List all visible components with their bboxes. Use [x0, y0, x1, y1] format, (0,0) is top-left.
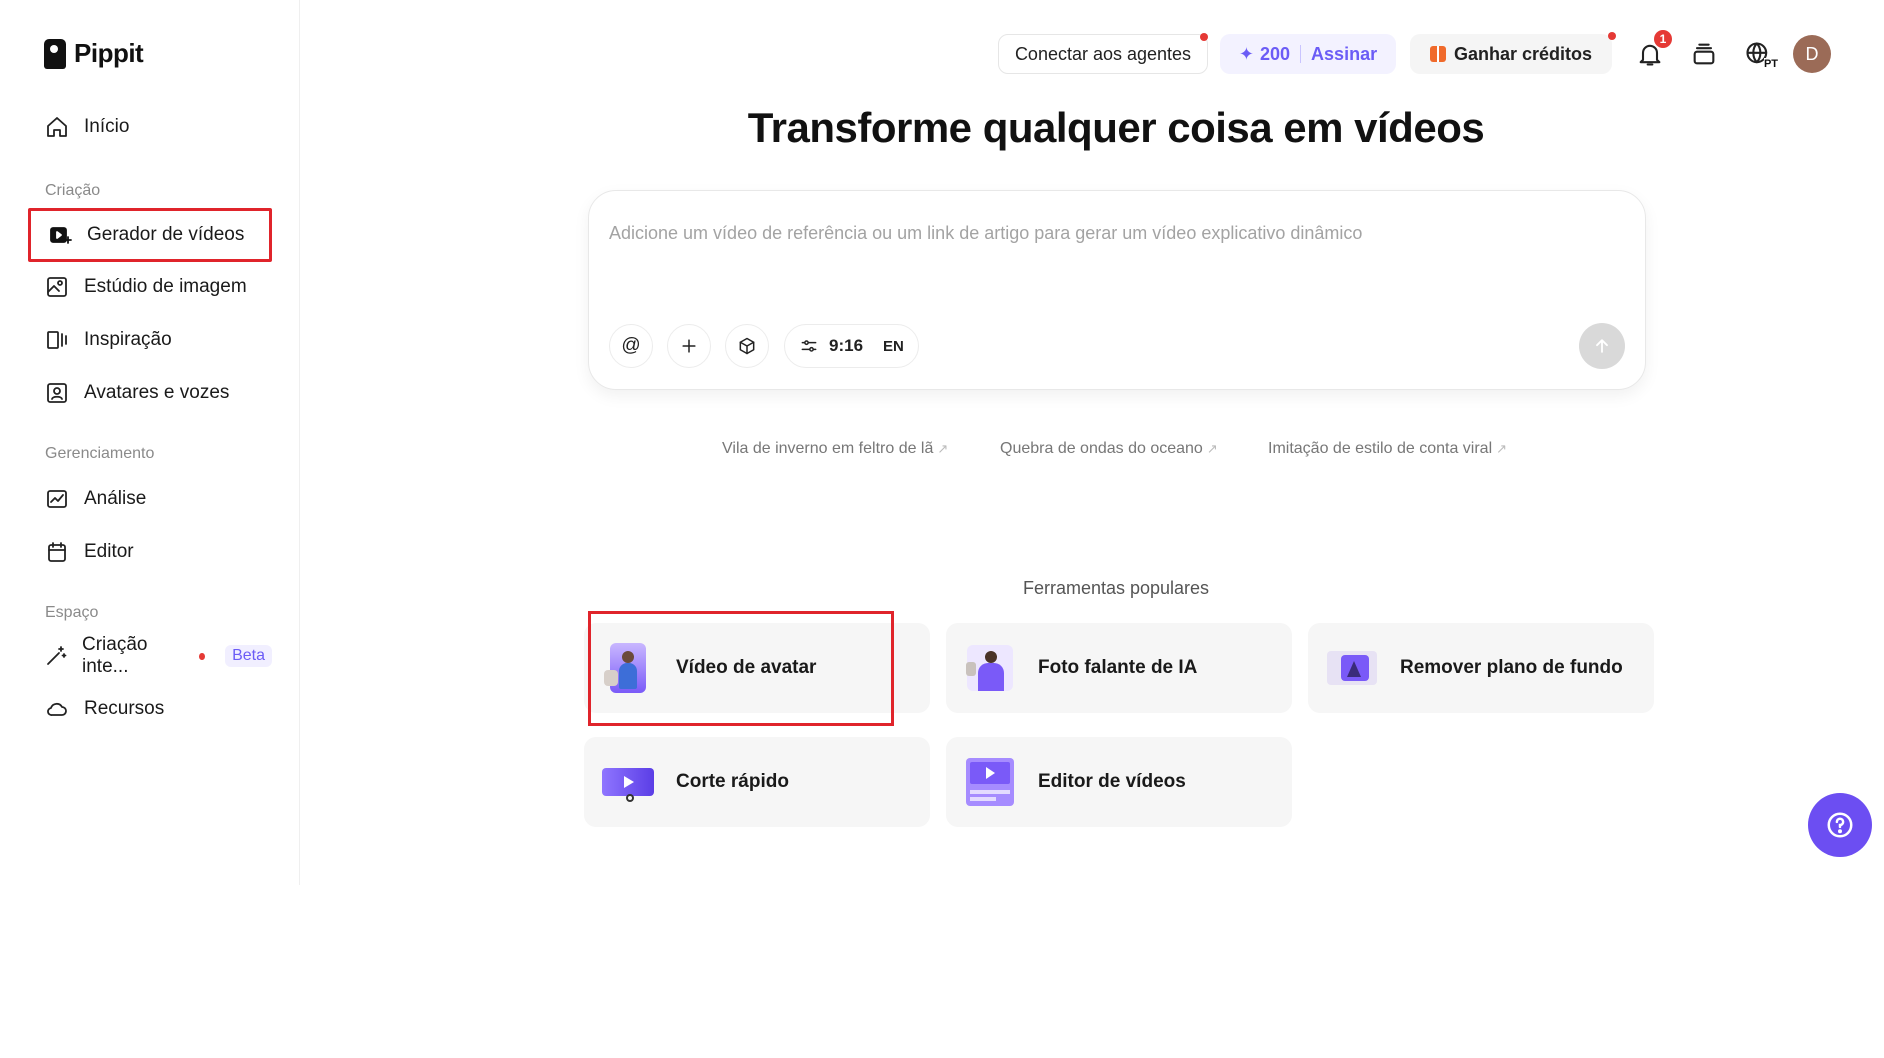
- earn-credits-button[interactable]: Ganhar créditos: [1410, 34, 1612, 74]
- credits-button[interactable]: ✦ 200 Assinar: [1220, 34, 1396, 74]
- cloud-icon: [44, 696, 70, 722]
- beta-badge: Beta: [225, 645, 272, 667]
- page-title: Transforme qualquer coisa em vídeos: [747, 104, 1485, 151]
- stack-icon: [1693, 43, 1715, 65]
- sliders-icon: [801, 340, 817, 352]
- magic-wand-icon: [44, 643, 68, 669]
- subscribe-label: Assinar: [1311, 43, 1378, 64]
- arrow-up-right-icon: ↗: [1206, 441, 1218, 456]
- tool-card-label: Vídeo de avatar: [676, 657, 817, 678]
- notifications-button[interactable]: 1: [1632, 30, 1672, 72]
- section-title-management: Gerenciamento: [45, 445, 155, 462]
- suggestion-label: Quebra de ondas do oceano: [1000, 440, 1203, 457]
- assets-button[interactable]: [725, 324, 769, 368]
- settings-button[interactable]: 9:16 EN: [784, 324, 919, 368]
- sidebar-item-analysis[interactable]: Análise: [28, 476, 272, 522]
- remove-bg-thumbnail: [1326, 642, 1378, 694]
- arrow-up-right-icon: ↗: [937, 441, 949, 456]
- sidebar-item-label: Início: [84, 116, 130, 137]
- video-generator-icon: [47, 222, 73, 248]
- sidebar-item-video-generator[interactable]: Gerador de vídeos: [28, 208, 272, 262]
- notification-count: 1: [1654, 30, 1672, 48]
- language-value: EN: [883, 337, 904, 355]
- credits-value: 200: [1260, 43, 1291, 64]
- new-indicator-dot: [199, 652, 206, 660]
- section-title-creation: Criação: [45, 182, 101, 199]
- sidebar-item-label: Inspiração: [84, 329, 172, 350]
- app-logo[interactable]: Pippit: [44, 38, 144, 69]
- sidebar-item-image-studio[interactable]: Estúdio de imagem: [28, 264, 272, 310]
- language-code: PT: [1763, 58, 1778, 70]
- sparkle-icon: ✦: [1238, 43, 1254, 64]
- help-button[interactable]: [1808, 793, 1872, 857]
- send-button[interactable]: [1579, 323, 1625, 369]
- home-icon: [44, 114, 70, 140]
- image-studio-icon: [44, 274, 70, 300]
- cube-icon: [739, 337, 755, 355]
- add-button[interactable]: [667, 324, 711, 368]
- wallet-button[interactable]: [1686, 36, 1722, 72]
- earn-notification-dot: [1608, 32, 1616, 40]
- section-title-space: Espaço: [45, 604, 99, 621]
- prompt-box: @ 9:16 EN: [588, 190, 1646, 390]
- tool-card-avatar-video[interactable]: Vídeo de avatar: [584, 623, 930, 713]
- quick-cut-thumbnail: [602, 756, 654, 808]
- video-editor-thumbnail: [964, 756, 1016, 808]
- plus-icon: [682, 339, 696, 353]
- gift-icon: [1429, 46, 1446, 62]
- avatar-voice-icon: [44, 380, 70, 406]
- tool-card-ai-talking-photo[interactable]: Foto falante de IA: [946, 623, 1292, 713]
- pippit-logo-icon: [44, 38, 66, 69]
- user-avatar[interactable]: D: [1793, 35, 1831, 73]
- at-icon: @: [621, 335, 641, 356]
- sidebar-item-label: Avatares e vozes: [84, 382, 230, 403]
- inspiration-icon: [44, 327, 70, 353]
- sidebar: Pippit Início Criação Gerador de vídeos …: [0, 0, 300, 885]
- sidebar-item-home[interactable]: Início: [28, 104, 272, 150]
- suggestion-chip[interactable]: Quebra de ondas do oceano ↗: [1000, 440, 1218, 458]
- suggestion-chip[interactable]: Imitação de estilo de conta viral ↗: [1268, 440, 1507, 458]
- divider: [1300, 45, 1302, 63]
- mention-button[interactable]: @: [609, 324, 653, 368]
- tool-card-label: Corte rápido: [676, 771, 789, 792]
- sidebar-item-inspiration[interactable]: Inspiração: [28, 317, 272, 363]
- tool-card-label: Foto falante de IA: [1038, 657, 1198, 678]
- tool-card-remove-background[interactable]: Remover plano de fundo: [1308, 623, 1654, 713]
- suggestion-chip[interactable]: Vila de inverno em feltro de lã ↗: [722, 440, 948, 458]
- sidebar-item-editor[interactable]: Editor: [28, 529, 272, 575]
- suggestion-label: Vila de inverno em feltro de lã: [722, 440, 934, 457]
- connect-agents-label: Conectar aos agentes: [1014, 43, 1192, 64]
- sidebar-item-label: Recursos: [84, 698, 165, 719]
- sidebar-item-label: Editor: [84, 541, 134, 562]
- connect-agents-button[interactable]: Conectar aos agentes: [998, 34, 1208, 74]
- connect-notification-dot: [1200, 33, 1208, 41]
- sidebar-item-label: Criação inte...: [82, 634, 148, 677]
- aspect-ratio-value: 9:16: [829, 336, 864, 355]
- sidebar-item-label: Análise: [84, 488, 147, 509]
- talking-photo-thumbnail: [964, 642, 1016, 694]
- sidebar-item-avatars-voices[interactable]: Avatares e vozes: [28, 370, 272, 416]
- arrow-up-right-icon: ↗: [1496, 441, 1508, 456]
- sidebar-item-interactive-creation[interactable]: Criação inte... Beta: [28, 633, 272, 679]
- avatar-video-thumbnail: [602, 642, 654, 694]
- sidebar-item-resources[interactable]: Recursos: [28, 686, 272, 732]
- calendar-icon: [44, 539, 70, 565]
- tool-card-quick-cut[interactable]: Corte rápido: [584, 737, 930, 827]
- tool-card-label: Editor de vídeos: [1038, 771, 1186, 792]
- tool-card-video-editor[interactable]: Editor de vídeos: [946, 737, 1292, 827]
- popular-tools-title: Ferramentas populares: [1022, 578, 1210, 598]
- app-name: Pippit: [74, 38, 144, 68]
- question-icon: [1827, 812, 1853, 838]
- earn-credits-label: Ganhar créditos: [1453, 43, 1593, 64]
- arrow-up-icon: [1596, 339, 1608, 353]
- sidebar-item-label: Gerador de vídeos: [87, 224, 245, 245]
- chart-icon: [44, 486, 70, 512]
- language-button[interactable]: PT: [1738, 36, 1778, 72]
- prompt-input[interactable]: [609, 213, 1609, 253]
- tool-card-label: Remover plano de fundo: [1400, 657, 1623, 678]
- suggestion-label: Imitação de estilo de conta viral: [1268, 440, 1493, 457]
- sidebar-item-label: Estúdio de imagem: [84, 276, 247, 297]
